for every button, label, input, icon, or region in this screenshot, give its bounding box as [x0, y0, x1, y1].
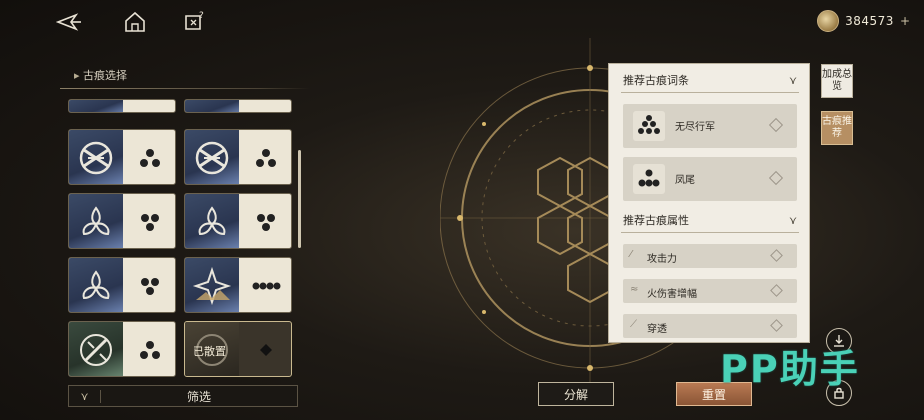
recommend-word-row[interactable]: 无尽行军 [623, 104, 797, 148]
trace-card-partial[interactable] [184, 99, 292, 113]
penetration-stat-icon: ⟋ [630, 319, 637, 330]
recommend-attrs-title: 推荐古痕属性 [623, 214, 689, 227]
dot-cluster-icon [141, 278, 159, 295]
sort-filter-icon[interactable]: ⋎ [789, 214, 797, 227]
help-icon[interactable]: ? [182, 9, 208, 35]
trace-card-partial[interactable] [68, 99, 176, 113]
trace-grid[interactable]: 已散置 [68, 99, 292, 385]
recommend-attr-row[interactable]: ≈ 火伤害增幅 [623, 279, 797, 303]
diamond-marker-icon [770, 319, 783, 332]
add-currency-button[interactable]: + [900, 14, 910, 28]
watermark-logo: PP助手 [720, 347, 860, 391]
coin-icon [817, 10, 840, 32]
attack-stat-icon: ⁄ [630, 249, 632, 260]
trefoil-leaf-icon [69, 194, 123, 248]
broken-crest-icon [69, 322, 123, 376]
diamond-marker-icon [770, 284, 783, 297]
fire-dmg-stat-icon: ≈ [630, 284, 639, 295]
filter-icon: ⋎ [69, 389, 101, 403]
sort-filter-icon[interactable]: ⋎ [789, 74, 797, 87]
filter-label: 筛选 [186, 389, 211, 404]
diamond-marker-icon [768, 117, 784, 133]
divider [621, 92, 799, 93]
trefoil-leaf-icon [185, 194, 239, 248]
word-label: 凤尾 [675, 175, 695, 186]
attr-label: 穿透 [647, 324, 667, 335]
section-title: 古痕选择 [74, 67, 127, 83]
trace-card-equipped[interactable]: 已散置 [184, 321, 292, 377]
dot-cluster-icon [257, 214, 275, 231]
trace-card[interactable] [68, 257, 176, 313]
mountain-star-icon [185, 258, 239, 312]
currency-value: 384573 [845, 14, 894, 28]
dot-cluster-icon [141, 214, 159, 231]
svg-text:?: ? [199, 11, 204, 21]
dot-single-icon [260, 344, 272, 356]
dot-pyramid-icon [140, 341, 160, 359]
trace-card[interactable] [184, 193, 292, 249]
recommend-attrs-header: 推荐古痕属性 ⋎ [623, 210, 797, 230]
dot-pyramid-icon [140, 149, 160, 167]
recommend-attr-row[interactable]: ⁄ 攻击力 [623, 244, 797, 268]
decompose-button[interactable]: 分解 [538, 382, 614, 406]
divider [621, 232, 799, 233]
filter-button[interactable]: ⋎ 筛选 [68, 385, 298, 407]
dot-pyramid-six-icon [252, 282, 281, 290]
recommend-words-header: 推荐古痕词条 ⋎ [623, 70, 797, 90]
recommend-words-title: 推荐古痕词条 [623, 74, 689, 87]
trace-card[interactable] [68, 129, 176, 185]
equipped-label: 已散置 [193, 345, 226, 358]
dot-triangle-icon [633, 164, 665, 194]
trace-card[interactable] [184, 129, 292, 185]
dot-pyramid-icon [633, 111, 665, 141]
knot-emblem-icon [69, 130, 123, 184]
recommend-panel: 推荐古痕词条 ⋎ 无尽行军 凤尾 推荐古痕属性 ⋎ ⁄ 攻击力 ≈ 火伤害增幅 … [608, 63, 810, 343]
trace-selection-panel: 古痕选择 [60, 55, 310, 410]
grid-scrollbar[interactable] [298, 150, 301, 248]
trefoil-leaf-icon [69, 258, 123, 312]
currency-display: 384573 + [817, 10, 910, 32]
word-label: 无尽行军 [675, 122, 715, 133]
trace-card[interactable] [184, 257, 292, 313]
home-icon[interactable] [122, 9, 148, 35]
recommend-attr-row[interactable]: ⟋ 穿透 [623, 314, 797, 338]
tab-trace-recommend[interactable]: 古痕推荐 [821, 111, 853, 145]
diamond-marker-icon [770, 249, 783, 262]
attr-label: 攻击力 [647, 254, 677, 265]
attr-label: 火伤害增幅 [647, 289, 697, 300]
dot-pyramid-icon [256, 149, 276, 167]
knot-emblem-icon [185, 130, 239, 184]
back-arrow-icon[interactable] [55, 9, 82, 35]
diamond-marker-icon [768, 170, 784, 186]
recommend-word-row[interactable]: 凤尾 [623, 157, 797, 201]
tab-bonus-overview[interactable]: 加成总览 [821, 64, 853, 98]
divider [60, 88, 310, 89]
trace-card[interactable] [68, 193, 176, 249]
trace-card[interactable] [68, 321, 176, 377]
